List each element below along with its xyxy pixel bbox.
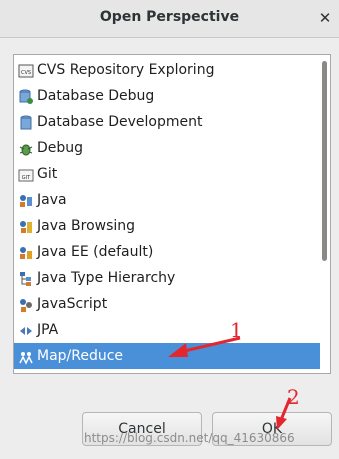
annotation-number-1: 1 [230,318,243,342]
hierarchy-icon [18,270,34,286]
list-item-label: JPA [37,322,59,338]
list-item-label: Java [37,192,67,208]
jpa-icon [18,322,34,338]
list-item[interactable]: JPA [14,317,322,343]
list-item[interactable]: Debug [14,135,322,161]
bug-icon [18,140,34,156]
list-item-label: Git [37,166,58,182]
list-item[interactable]: Database Development [14,109,322,135]
title-bar: Open Perspective ✕ [0,0,339,38]
list-item[interactable]: Map/Reduce [14,343,322,369]
java-icon [18,192,34,208]
java-browsing-icon [18,218,34,234]
list-item-label: Database Debug [37,88,155,104]
list-item-label: JavaScript [37,296,108,312]
annotation-number-2: 2 [287,385,300,409]
list-item-label: Database Development [37,114,203,130]
list-item[interactable]: CVS CVS Repository Exploring [14,57,322,83]
dialog-title: Open Perspective [99,9,240,25]
list-item[interactable]: JavaScript [14,291,322,317]
list-item[interactable]: Java [14,187,322,213]
list-item-label: Java EE (default) [37,244,154,260]
list-item[interactable]: Java Browsing [14,213,322,239]
git-icon: GIT [18,166,34,182]
list-item[interactable]: Java EE (default) [14,239,322,265]
cvs-icon: CVS [18,62,34,78]
list-item-label: CVS Repository Exploring [37,62,215,78]
list-item[interactable]: Database Debug [14,83,322,109]
svg-text:CVS: CVS [21,70,31,76]
list-item-label: Java Browsing [37,218,136,234]
database-debug-icon [18,88,34,104]
list-item-label: Java Type Hierarchy [37,270,176,286]
list-item-label: Debug [37,140,84,156]
perspective-list-items: CVS CVS Repository Exploring Database Debu… [14,57,322,369]
database-development-icon [18,114,34,130]
vertical-scrollbar[interactable] [320,55,330,373]
svg-text:GIT: GIT [22,175,31,181]
list-item-label: Map/Reduce [37,348,124,364]
perspective-list[interactable]: CVS CVS Repository Exploring Database Debu… [13,54,331,374]
javascript-icon [18,296,34,312]
list-item[interactable]: Java Type Hierarchy [14,265,322,291]
java-ee-icon [18,244,34,260]
watermark: https://blog.csdn.net/qq_41630866 [84,431,295,445]
scrollbar-thumb[interactable] [322,61,327,261]
map-reduce-icon [18,348,34,365]
list-item[interactable]: GIT Git [14,161,322,187]
close-button[interactable]: ✕ [315,8,335,28]
